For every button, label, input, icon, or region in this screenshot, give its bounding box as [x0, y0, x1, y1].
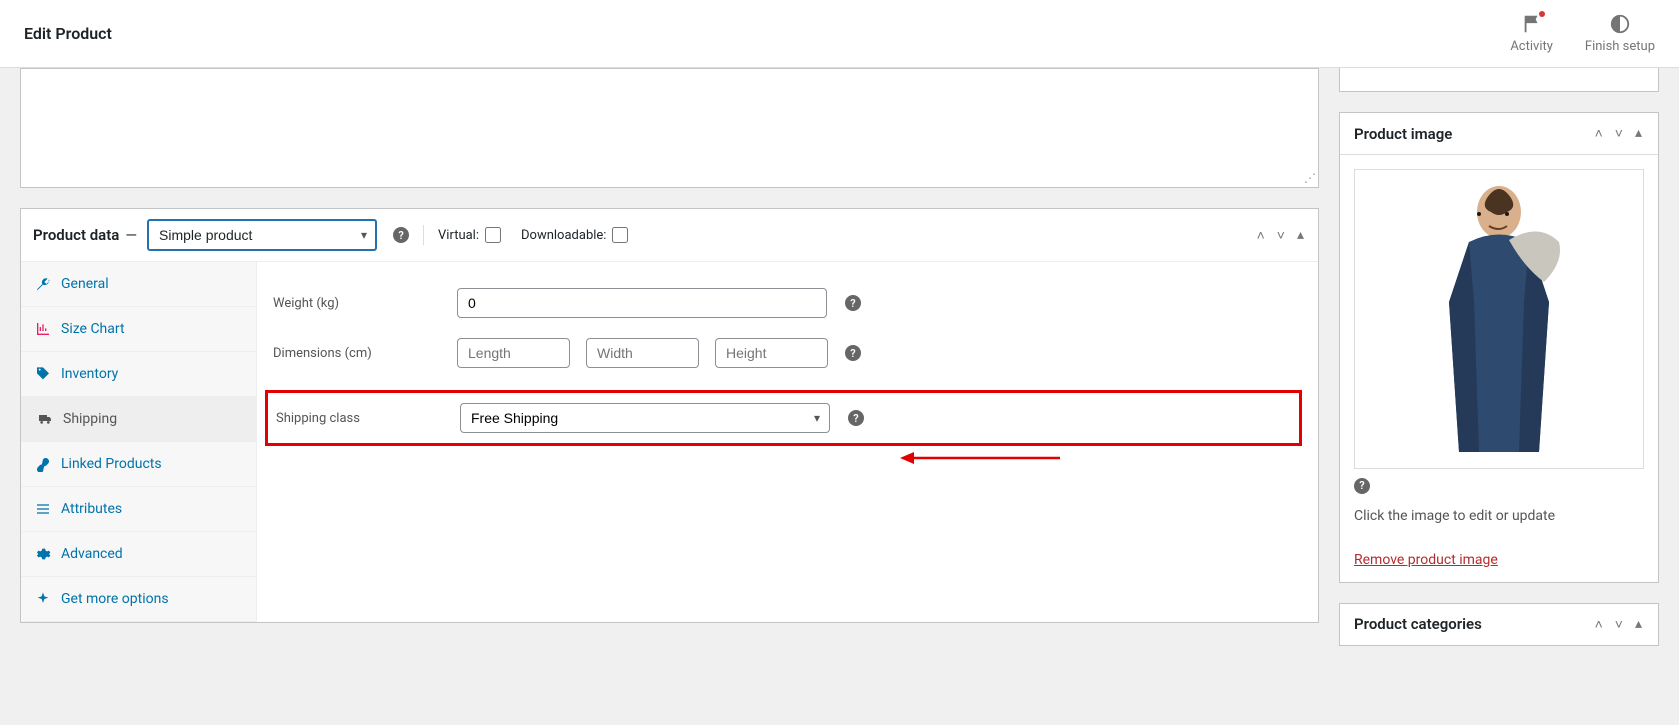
downloadable-toggle[interactable]: Downloadable: [521, 227, 628, 243]
tab-label: Get more options [61, 591, 169, 607]
tab-label: Size Chart [61, 321, 125, 337]
dimensions-help-icon[interactable]: ? [845, 345, 861, 361]
product-categories-box: Product categories ˄ ˅ ▴ [1339, 603, 1659, 646]
tab-shipping[interactable]: Shipping [21, 397, 256, 442]
shipping-class-help-icon[interactable]: ? [848, 410, 864, 426]
tab-advanced[interactable]: Advanced [21, 532, 256, 577]
product-data-dash: — [125, 226, 137, 244]
product-data-metabox: Product data — Simple product ? Virtual:… [20, 208, 1319, 623]
tab-label: Attributes [61, 501, 122, 517]
truck-icon [37, 411, 53, 427]
tab-size-chart[interactable]: Size Chart [21, 307, 256, 352]
tab-label: Inventory [61, 366, 118, 382]
wrench-icon [35, 276, 51, 292]
finish-setup-button[interactable]: Finish setup [1585, 13, 1655, 54]
product-image-box: Product image ˄ ˅ ▴ [1339, 112, 1659, 583]
annotation-arrow [900, 448, 1060, 472]
chevron-up-icon[interactable]: ˄ [1593, 123, 1605, 144]
divider [423, 225, 424, 245]
product-image-icon [1409, 172, 1589, 462]
triangle-up-icon[interactable]: ▴ [1295, 225, 1306, 246]
product-data-tabs: General Size Chart Inventory Shipping [21, 262, 257, 622]
product-type-select[interactable]: Simple product [147, 219, 377, 251]
weight-label: Weight (kg) [273, 296, 453, 311]
shipping-class-label: Shipping class [276, 411, 456, 426]
tag-icon [35, 366, 51, 382]
link-icon [35, 456, 51, 472]
page-title: Edit Product [24, 24, 112, 43]
circle-half-icon [1609, 13, 1631, 35]
virtual-checkbox[interactable] [485, 227, 501, 243]
tab-attributes[interactable]: Attributes [21, 487, 256, 532]
product-image-hint: Click the image to edit or update [1354, 508, 1644, 524]
width-input[interactable] [586, 338, 699, 368]
chevron-up-icon[interactable]: ˄ [1255, 225, 1267, 246]
tab-inventory[interactable]: Inventory [21, 352, 256, 397]
length-input[interactable] [457, 338, 570, 368]
tab-label: Linked Products [61, 456, 162, 472]
downloadable-checkbox[interactable] [612, 227, 628, 243]
product-image-title: Product image [1354, 125, 1452, 143]
partial-box-above [1339, 68, 1659, 92]
tab-linked-products[interactable]: Linked Products [21, 442, 256, 487]
spark-icon [35, 591, 51, 607]
resize-grip-icon[interactable]: ⋰ [1304, 171, 1316, 185]
description-editor[interactable]: ⋰ [20, 68, 1319, 188]
tab-general[interactable]: General [21, 262, 256, 307]
admin-top-bar: Edit Product Activity Finish setup [0, 0, 1679, 68]
activity-label: Activity [1510, 39, 1553, 54]
chevron-down-icon[interactable]: ˅ [1613, 614, 1625, 635]
weight-input[interactable] [457, 288, 827, 318]
activity-button[interactable]: Activity [1510, 13, 1553, 54]
chevron-up-icon[interactable]: ˄ [1593, 614, 1605, 635]
weight-help-icon[interactable]: ? [845, 295, 861, 311]
shipping-class-select[interactable]: Free Shipping [460, 403, 830, 433]
height-input[interactable] [715, 338, 828, 368]
remove-product-image-link[interactable]: Remove product image [1354, 552, 1498, 568]
shipping-tab-content: Weight (kg) ? Dimensions (cm) ? [257, 262, 1318, 622]
product-data-title: Product data [33, 226, 119, 244]
tab-label: Shipping [63, 411, 117, 427]
virtual-toggle[interactable]: Virtual: [438, 227, 501, 243]
list-icon [35, 501, 51, 517]
finish-setup-label: Finish setup [1585, 39, 1655, 54]
chart-icon [35, 321, 51, 337]
triangle-up-icon[interactable]: ▴ [1633, 614, 1644, 635]
virtual-label: Virtual: [438, 228, 479, 243]
tab-label: Advanced [61, 546, 123, 562]
triangle-up-icon[interactable]: ▴ [1633, 123, 1644, 144]
notification-dot [1539, 11, 1545, 17]
product-type-help-icon[interactable]: ? [393, 227, 409, 243]
annotation-highlight: Shipping class Free Shipping ? [265, 390, 1302, 446]
product-image-help-icon[interactable]: ? [1354, 478, 1370, 494]
tab-get-more-options[interactable]: Get more options [21, 577, 256, 622]
chevron-down-icon[interactable]: ˅ [1613, 123, 1625, 144]
downloadable-label: Downloadable: [521, 228, 606, 243]
chevron-down-icon[interactable]: ˅ [1275, 225, 1287, 246]
product-image-thumbnail[interactable] [1354, 169, 1644, 469]
dimensions-label: Dimensions (cm) [273, 346, 453, 361]
product-categories-title: Product categories [1354, 615, 1482, 633]
gear-icon [35, 546, 51, 562]
tab-label: General [61, 276, 109, 292]
